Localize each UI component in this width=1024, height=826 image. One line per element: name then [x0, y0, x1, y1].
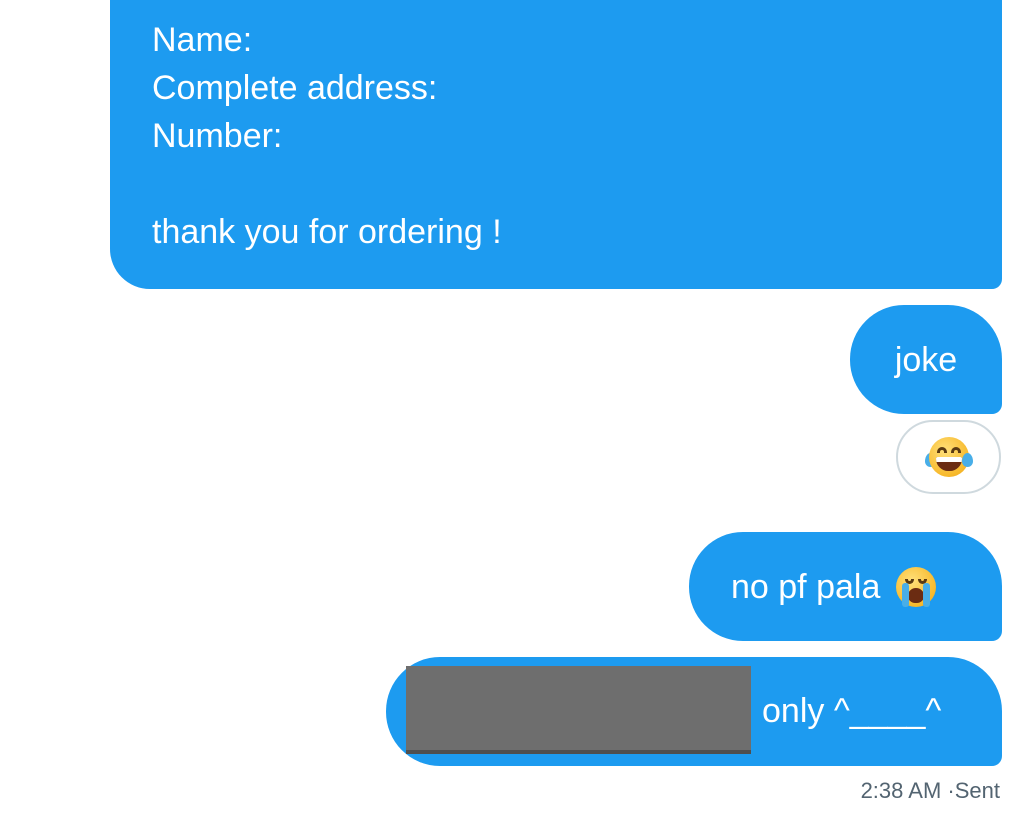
message-meta: 2:38 AM ·Sent [861, 778, 1000, 804]
message-timestamp: 2:38 AM [860, 778, 942, 803]
message-text: joke [894, 340, 958, 379]
message-text: only ^____^ [762, 692, 942, 730]
message-line: thank you for ordering ! [152, 213, 502, 251]
message-line: Name: [152, 21, 253, 59]
loudly-crying-face-icon [894, 565, 938, 609]
message-line: Complete address: [152, 69, 438, 107]
message-bubble-only[interactable]: only ^____^ [386, 657, 1002, 766]
message-bubble-joke[interactable]: joke [850, 305, 1002, 414]
message-status: ·Sent [947, 778, 1000, 803]
face-with-tears-of-joy-icon [924, 435, 973, 479]
message-text: no pf pala [731, 567, 881, 606]
message-line-blank [152, 160, 1002, 208]
message-line: Number: [152, 117, 283, 155]
reaction-badge[interactable] [896, 420, 1001, 494]
message-bubble-no-pf-pala[interactable]: no pf pala [689, 532, 1002, 641]
message-bubble-order-form[interactable]: Name: Complete address: Number: thank yo… [110, 0, 1002, 289]
dm-thread: Name: Complete address: Number: thank yo… [0, 0, 1024, 826]
redacted-block [406, 666, 751, 754]
